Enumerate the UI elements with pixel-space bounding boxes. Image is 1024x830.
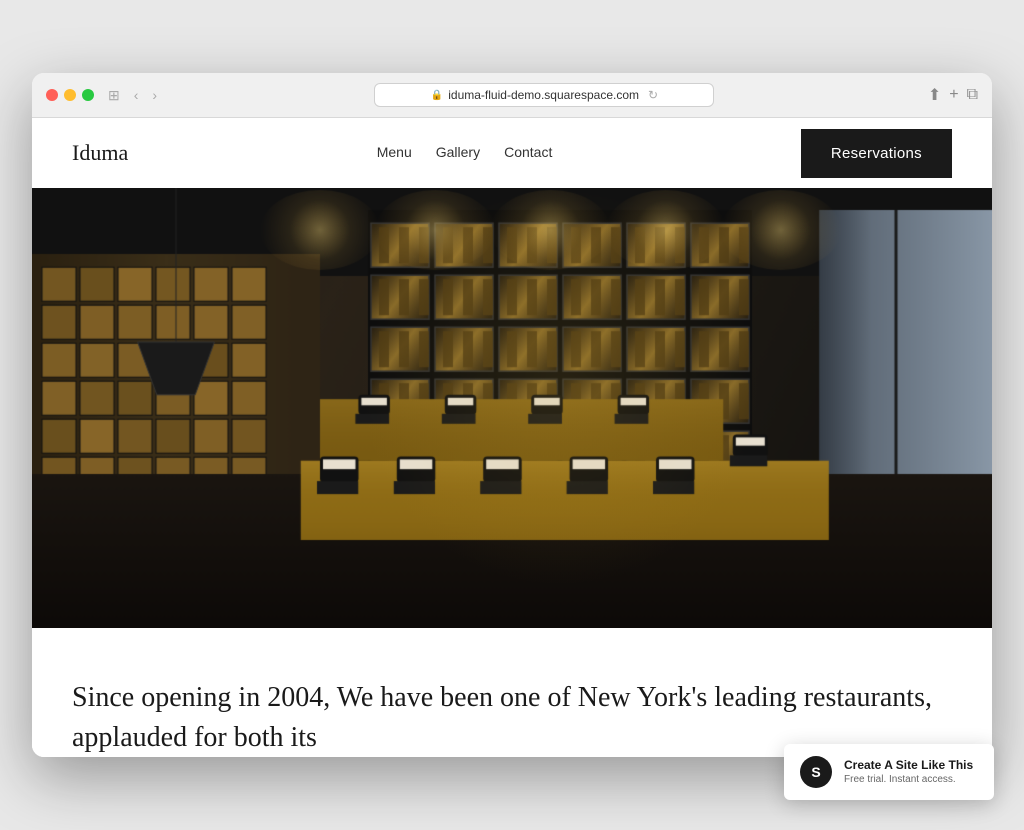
sq-badge-subtitle: Free trial. Instant access. [844,773,973,786]
site-navigation: Iduma Menu Gallery Contact Reservations [32,118,992,188]
back-icon[interactable]: ‹ [130,85,143,105]
body-text-section: Since opening in 2004, We have been one … [32,628,992,756]
window-mode-icon[interactable]: ⊞ [104,85,124,106]
website: Iduma Menu Gallery Contact Reservations … [32,118,992,756]
hero-canvas [32,188,992,628]
sq-text-wrap: Create A Site Like This Free trial. Inst… [844,758,973,787]
squarespace-logo: S [800,756,832,788]
share-icon[interactable]: ⬆ [928,85,941,105]
add-tab-icon[interactable]: + [949,86,958,104]
sq-logo-text: S [811,764,820,780]
forward-icon[interactable]: › [148,85,161,105]
nav-link-menu[interactable]: Menu [377,144,412,160]
browser-controls: ⊞ ‹ › [104,85,161,106]
address-bar-wrap: 🔒 iduma-fluid-demo.squarespace.com ↻ [171,83,918,107]
close-button[interactable] [46,89,58,101]
site-logo[interactable]: Iduma [72,140,128,166]
nav-item-gallery[interactable]: Gallery [436,144,480,162]
hero-image [32,188,992,628]
squarespace-badge[interactable]: S Create A Site Like This Free trial. In… [784,744,994,800]
reservations-button[interactable]: Reservations [801,129,952,178]
address-bar[interactable]: 🔒 iduma-fluid-demo.squarespace.com ↻ [374,83,714,107]
nav-link-gallery[interactable]: Gallery [436,144,480,160]
nav-item-contact[interactable]: Contact [504,144,552,162]
refresh-icon[interactable]: ↻ [648,88,658,102]
copy-icon[interactable]: ⧉ [967,86,978,104]
url-text: iduma-fluid-demo.squarespace.com [448,88,639,102]
browser-chrome: ⊞ ‹ › 🔒 iduma-fluid-demo.squarespace.com… [32,73,992,118]
browser-window: ⊞ ‹ › 🔒 iduma-fluid-demo.squarespace.com… [32,73,992,756]
nav-item-menu[interactable]: Menu [377,144,412,162]
traffic-lights [46,89,94,101]
maximize-button[interactable] [82,89,94,101]
nav-link-contact[interactable]: Contact [504,144,552,160]
minimize-button[interactable] [64,89,76,101]
browser-actions: ⬆ + ⧉ [928,85,978,105]
lock-icon: 🔒 [431,90,443,101]
sq-badge-title: Create A Site Like This [844,758,973,774]
nav-links: Menu Gallery Contact [377,144,553,162]
